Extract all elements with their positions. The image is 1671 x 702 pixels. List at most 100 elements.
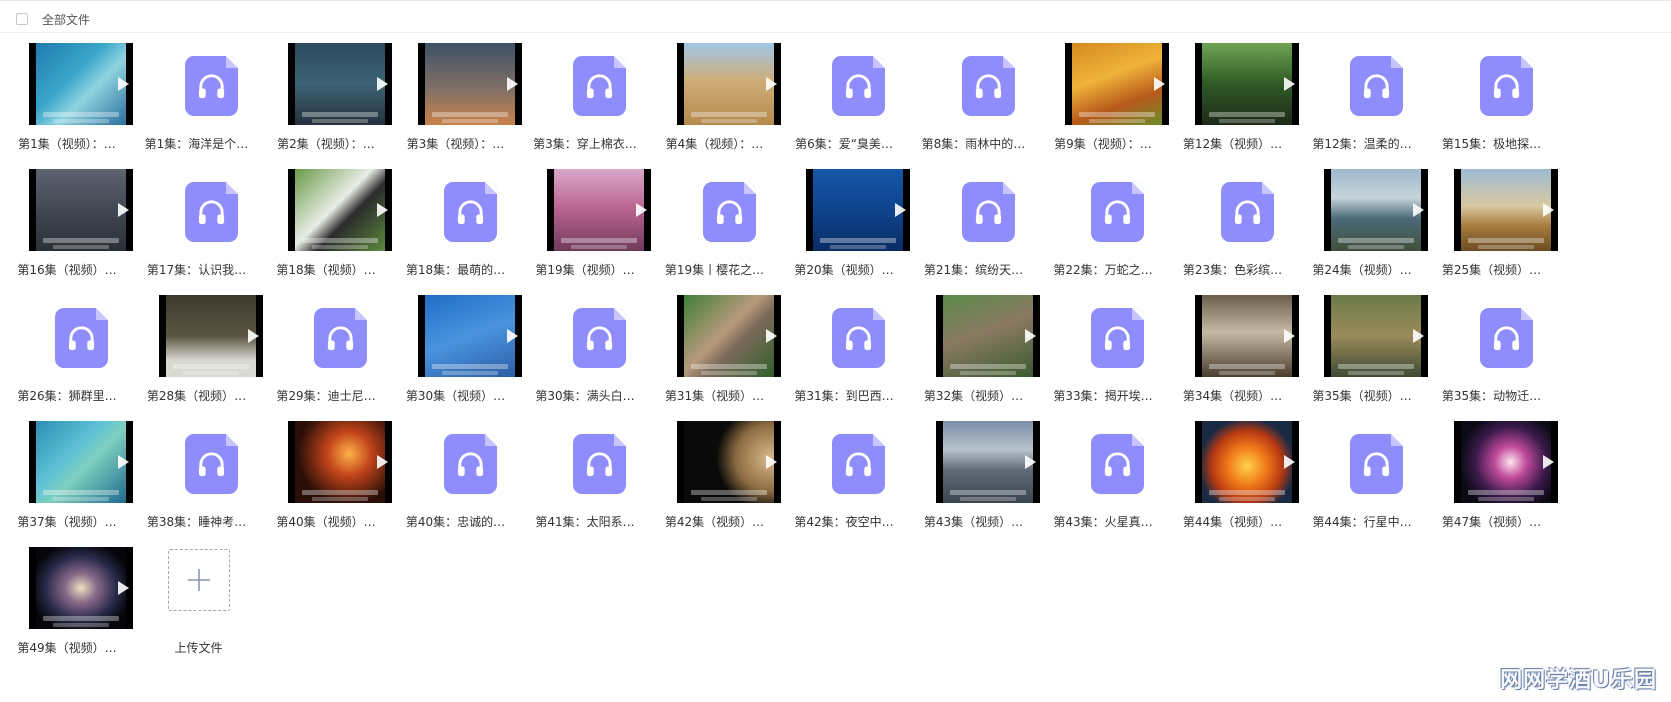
file-name-label[interactable]: 第26集：狮群里… bbox=[0, 387, 136, 404]
video-thumbnail[interactable] bbox=[1194, 421, 1299, 503]
video-thumbnail[interactable] bbox=[935, 295, 1040, 377]
file-name-label[interactable]: 第31集（视频）… bbox=[646, 387, 784, 404]
file-name-label[interactable]: 第41集：太阳系… bbox=[516, 513, 654, 530]
audio-file-item[interactable]: 第1集：海洋是个… bbox=[128, 31, 266, 157]
file-name-label[interactable]: 第15集：极地探… bbox=[1423, 135, 1561, 152]
file-name-label[interactable]: 第37集（视频）… bbox=[0, 513, 136, 530]
audio-file-thumbnail[interactable] bbox=[1324, 43, 1428, 125]
file-name-label[interactable]: 上传文件 bbox=[128, 639, 266, 656]
video-thumbnail[interactable] bbox=[417, 295, 522, 377]
audio-file-thumbnail[interactable] bbox=[288, 295, 392, 377]
audio-file-item[interactable]: 第23集：色彩缤… bbox=[1164, 157, 1302, 283]
video-file-item[interactable]: 第9集（视频）：… bbox=[1034, 31, 1172, 157]
audio-file-item[interactable]: 第18集：最萌的… bbox=[387, 157, 525, 283]
audio-file-item[interactable]: 第22集：万蛇之… bbox=[1034, 157, 1172, 283]
file-name-label[interactable]: 第47集（视频）… bbox=[1423, 513, 1561, 530]
video-thumbnail[interactable] bbox=[288, 43, 392, 125]
file-name-label[interactable]: 第38集：睡神考… bbox=[128, 513, 266, 530]
file-name-label[interactable]: 第33集：揭开埃… bbox=[1034, 387, 1172, 404]
audio-file-item[interactable]: 第3集：穿上棉衣… bbox=[516, 31, 654, 157]
video-thumbnail[interactable] bbox=[1324, 169, 1428, 251]
video-file-item[interactable]: 第35集（视频）… bbox=[1293, 283, 1431, 409]
file-name-label[interactable]: 第32集（视频）… bbox=[905, 387, 1043, 404]
audio-file-thumbnail[interactable] bbox=[936, 169, 1040, 251]
file-name-label[interactable]: 第12集（视频）… bbox=[1164, 135, 1302, 152]
audio-file-thumbnail[interactable] bbox=[418, 421, 522, 503]
video-file-item[interactable]: 第3集（视频）：… bbox=[387, 31, 525, 157]
file-name-label[interactable]: 第28集（视频）… bbox=[128, 387, 266, 404]
audio-file-thumbnail[interactable] bbox=[159, 421, 263, 503]
file-name-label[interactable]: 第8集：雨林中的… bbox=[905, 135, 1043, 152]
audio-file-item[interactable]: 第33集：揭开埃… bbox=[1034, 283, 1172, 409]
file-name-label[interactable]: 第43集：火星真… bbox=[1034, 513, 1172, 530]
file-name-label[interactable]: 第35集：动物迁… bbox=[1423, 387, 1561, 404]
audio-file-thumbnail[interactable] bbox=[547, 43, 651, 125]
file-name-label[interactable]: 第16集（视频）… bbox=[0, 261, 136, 278]
file-name-label[interactable]: 第34集（视频）… bbox=[1164, 387, 1302, 404]
video-file-item[interactable]: 第24集（视频）… bbox=[1293, 157, 1431, 283]
audio-file-item[interactable]: 第38集：睡神考… bbox=[128, 409, 266, 535]
file-name-label[interactable]: 第19集丨樱花之… bbox=[646, 261, 784, 278]
audio-file-thumbnail[interactable] bbox=[806, 295, 910, 377]
video-thumbnail[interactable] bbox=[676, 421, 781, 503]
video-thumbnail[interactable] bbox=[676, 43, 781, 125]
video-thumbnail[interactable] bbox=[1453, 169, 1558, 251]
video-thumbnail[interactable] bbox=[1453, 421, 1558, 503]
video-thumbnail[interactable] bbox=[547, 169, 651, 251]
audio-file-thumbnail[interactable] bbox=[159, 43, 263, 125]
video-file-item[interactable]: 第44集（视频）… bbox=[1164, 409, 1302, 535]
file-name-label[interactable]: 第31集：到巴西… bbox=[775, 387, 913, 404]
video-thumbnail[interactable] bbox=[29, 547, 133, 629]
audio-file-item[interactable]: 第40集：忠诚的… bbox=[387, 409, 525, 535]
audio-file-item[interactable]: 第44集：行星中… bbox=[1293, 409, 1431, 535]
audio-file-item[interactable]: 第26集：狮群里… bbox=[0, 283, 136, 409]
video-thumbnail[interactable] bbox=[1194, 295, 1299, 377]
video-file-item[interactable]: 第34集（视频）… bbox=[1164, 283, 1302, 409]
file-name-label[interactable]: 第19集（视频）… bbox=[516, 261, 654, 278]
video-thumbnail[interactable] bbox=[935, 421, 1040, 503]
video-thumbnail[interactable] bbox=[29, 43, 133, 125]
file-name-label[interactable]: 第17集：认识我… bbox=[128, 261, 266, 278]
file-name-label[interactable]: 第21集：缤纷天… bbox=[905, 261, 1043, 278]
audio-file-thumbnail[interactable] bbox=[1324, 421, 1428, 503]
video-file-item[interactable]: 第16集（视频）… bbox=[0, 157, 136, 283]
video-file-item[interactable]: 第47集（视频）… bbox=[1423, 409, 1561, 535]
file-name-label[interactable]: 第24集（视频）… bbox=[1293, 261, 1431, 278]
file-name-label[interactable]: 第49集（视频）… bbox=[0, 639, 136, 656]
file-name-label[interactable]: 第18集：最萌的… bbox=[387, 261, 525, 278]
video-thumbnail[interactable] bbox=[288, 169, 392, 251]
file-name-label[interactable]: 第42集（视频）… bbox=[646, 513, 784, 530]
upload-dropzone[interactable] bbox=[167, 549, 230, 611]
play-icon[interactable] bbox=[1542, 203, 1554, 217]
video-file-item[interactable]: 第20集（视频）… bbox=[775, 157, 913, 283]
video-thumbnail[interactable] bbox=[288, 421, 392, 503]
audio-file-thumbnail[interactable] bbox=[1065, 169, 1169, 251]
video-thumbnail[interactable] bbox=[806, 169, 910, 251]
file-name-label[interactable]: 第40集：忠诚的… bbox=[387, 513, 525, 530]
file-name-label[interactable]: 第35集（视频）… bbox=[1293, 387, 1431, 404]
audio-file-item[interactable]: 第15集：极地探… bbox=[1423, 31, 1561, 157]
file-name-label[interactable]: 第9集（视频）：… bbox=[1034, 135, 1172, 152]
audio-file-thumbnail[interactable] bbox=[677, 169, 781, 251]
file-name-label[interactable]: 第43集（视频）… bbox=[905, 513, 1043, 530]
audio-file-item[interactable]: 第41集：太阳系… bbox=[516, 409, 654, 535]
video-thumbnail[interactable] bbox=[29, 169, 133, 251]
upload-file-button[interactable]: 上传文件 bbox=[128, 535, 266, 661]
file-name-label[interactable]: 第2集（视频）：… bbox=[257, 135, 395, 152]
video-thumbnail[interactable] bbox=[417, 43, 522, 125]
video-file-item[interactable]: 第2集（视频）：… bbox=[257, 31, 395, 157]
audio-file-item[interactable]: 第42集：夜空中… bbox=[775, 409, 913, 535]
audio-file-thumbnail[interactable] bbox=[936, 43, 1040, 125]
audio-file-item[interactable]: 第31集：到巴西… bbox=[775, 283, 913, 409]
file-name-label[interactable]: 第25集（视频）… bbox=[1423, 261, 1561, 278]
file-name-label[interactable]: 第42集：夜空中… bbox=[775, 513, 913, 530]
video-thumbnail[interactable] bbox=[1324, 295, 1428, 377]
file-name-label[interactable]: 第20集（视频）… bbox=[775, 261, 913, 278]
video-file-item[interactable]: 第40集（视频）… bbox=[257, 409, 395, 535]
audio-file-thumbnail[interactable] bbox=[1065, 295, 1169, 377]
file-name-label[interactable]: 第12集：温柔的… bbox=[1293, 135, 1431, 152]
video-file-item[interactable]: 第37集（视频）… bbox=[0, 409, 136, 535]
audio-file-thumbnail[interactable] bbox=[1065, 421, 1169, 503]
video-file-item[interactable]: 第25集（视频）… bbox=[1423, 157, 1561, 283]
file-name-label[interactable]: 第6集：爱“臭美… bbox=[775, 135, 913, 152]
